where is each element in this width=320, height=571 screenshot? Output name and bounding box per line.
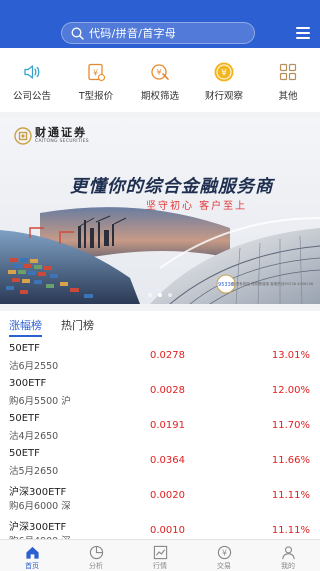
- tab-label: 首页: [25, 562, 39, 570]
- option-price: 0.0028: [150, 385, 185, 396]
- svg-text:¥: ¥: [222, 548, 227, 557]
- price-table-icon: ¥: [84, 60, 108, 84]
- option-name: 沪深300ETF: [9, 522, 67, 533]
- brand-logo: 财通证券 CAITONG SECURITIES: [14, 127, 89, 145]
- svg-text:¥: ¥: [221, 69, 227, 79]
- quicknav-label: T型报价: [78, 91, 114, 102]
- option-contract: 沽5月2650: [9, 466, 59, 477]
- banner-disclaimer: 投资有风险 理财需谨慎 客服热线95336 4008196: [232, 282, 314, 286]
- search-placeholder: 代码/拼音/首字母: [89, 27, 177, 40]
- tab-label: 交易: [217, 562, 231, 570]
- brand-name-en: CAITONG SECURITIES: [35, 139, 89, 144]
- option-change: 12.00%: [271, 385, 310, 396]
- quicknav-item-other[interactable]: 其他: [256, 48, 320, 112]
- option-contract: 购6月6000 深: [9, 501, 71, 512]
- option-change: 13.01%: [271, 350, 310, 361]
- quicknav-label: 其他: [278, 91, 298, 102]
- carousel-dot[interactable]: [168, 293, 172, 297]
- svg-text:¥: ¥: [156, 68, 161, 77]
- carousel-indicator: [0, 293, 320, 297]
- quicknav-label: 期权筛选: [140, 91, 179, 102]
- list-item[interactable]: 300ETF 购6月5500 沪 0.0028 12.00%: [0, 376, 320, 411]
- option-change: 11.70%: [271, 420, 310, 431]
- grid-icon: [276, 60, 300, 84]
- banner-subslogan: 坚守初心 客户至上: [146, 201, 248, 212]
- menu-icon[interactable]: [296, 27, 310, 39]
- brand-logo-mark: [14, 127, 32, 145]
- option-change: 11.11%: [271, 525, 310, 536]
- brand-name: 财通证券: [35, 126, 87, 139]
- quicknav-label: 财行观察: [204, 91, 243, 102]
- option-price: 0.0364: [150, 455, 185, 466]
- banner-slogan: 更懂你的综合金融服务商: [70, 177, 274, 197]
- coin-observe-icon: ¥: [212, 60, 236, 84]
- active-tab-indicator: [9, 335, 42, 337]
- search-icon: [70, 26, 84, 40]
- option-contract: 沽6月2550: [9, 361, 59, 372]
- option-change: 11.11%: [271, 490, 310, 501]
- list-item[interactable]: 50ETF 沽5月2650 0.0364 11.66%: [0, 446, 320, 481]
- yen-icon: ¥: [216, 544, 232, 560]
- tab-trade[interactable]: ¥ 交易: [192, 540, 256, 571]
- ranking-panel: 涨幅榜 热门榜 50ETF 沽6月2550 0.0278 13.01% 300E…: [0, 311, 320, 541]
- option-change: 11.66%: [271, 455, 310, 466]
- list-item[interactable]: 沪深300ETF 购6月6000 深 0.0020 11.11%: [0, 481, 320, 516]
- tab-home[interactable]: 首页: [0, 540, 64, 571]
- app-page: 代码/拼音/首字母 公司公告 ¥ T型报价 ¥ 期权筛选 ¥ 财行观察 其他 9…: [0, 0, 320, 571]
- list-item[interactable]: 沪深300ETF 购6月4900 深 0.0010 11.11%: [0, 516, 320, 541]
- option-price: 0.0191: [150, 420, 185, 431]
- option-contract: 沽4月2650: [9, 431, 59, 442]
- quicknav-item-option-filter[interactable]: ¥ 期权筛选: [128, 48, 192, 112]
- bottom-tab-bar: 首页 分析 行情 ¥ 交易 我的: [0, 539, 320, 571]
- option-price: 0.0010: [150, 525, 185, 536]
- carousel-dot-active[interactable]: [158, 293, 162, 297]
- pie-chart-icon: [88, 544, 104, 560]
- list-item[interactable]: 50ETF 沽4月2650 0.0191 11.70%: [0, 411, 320, 446]
- promo-banner[interactable]: 95336 财通证券 CAITONG SECURITIES 更懂你的综合金融服务…: [0, 118, 320, 304]
- quick-nav: 公司公告 ¥ T型报价 ¥ 期权筛选 ¥ 财行观察 其他: [0, 48, 320, 112]
- speaker-icon: [20, 60, 44, 84]
- quicknav-item-announcements[interactable]: 公司公告: [0, 48, 64, 112]
- carousel-dot[interactable]: [148, 293, 152, 297]
- ranking-tabs: 涨幅榜 热门榜: [0, 311, 320, 337]
- svg-text:¥: ¥: [93, 69, 98, 78]
- quicknav-item-t-quote[interactable]: ¥ T型报价: [64, 48, 128, 112]
- tab-label: 我的: [281, 562, 295, 570]
- top-header: 代码/拼音/首字母: [0, 0, 320, 48]
- option-name: 300ETF: [9, 378, 47, 389]
- option-contract: 购6月5500 沪: [9, 396, 71, 407]
- tab-analysis[interactable]: 分析: [64, 540, 128, 571]
- home-icon: [24, 544, 40, 560]
- tab-market[interactable]: 行情: [128, 540, 192, 571]
- option-price: 0.0020: [150, 490, 185, 501]
- tab-mine[interactable]: 我的: [256, 540, 320, 571]
- option-name: 沪深300ETF: [9, 487, 67, 498]
- user-icon: [280, 544, 296, 560]
- tab-label: 分析: [89, 562, 103, 570]
- tab-popular[interactable]: 热门榜: [61, 311, 94, 333]
- ranking-list: 50ETF 沽6月2550 0.0278 13.01% 300ETF 购6月55…: [0, 341, 320, 541]
- option-price: 0.0278: [150, 350, 185, 361]
- tab-label: 行情: [153, 562, 167, 570]
- option-name: 50ETF: [9, 448, 40, 459]
- quicknav-item-observe[interactable]: ¥ 财行观察: [192, 48, 256, 112]
- coin-filter-icon: ¥: [148, 60, 172, 84]
- option-name: 50ETF: [9, 413, 40, 424]
- option-name: 50ETF: [9, 343, 40, 354]
- list-item[interactable]: 50ETF 沽6月2550 0.0278 13.01%: [0, 341, 320, 376]
- search-bar[interactable]: 代码/拼音/首字母: [61, 22, 255, 44]
- line-chart-icon: [152, 544, 168, 560]
- quicknav-label: 公司公告: [12, 91, 51, 102]
- tab-top-gainers[interactable]: 涨幅榜: [9, 311, 42, 333]
